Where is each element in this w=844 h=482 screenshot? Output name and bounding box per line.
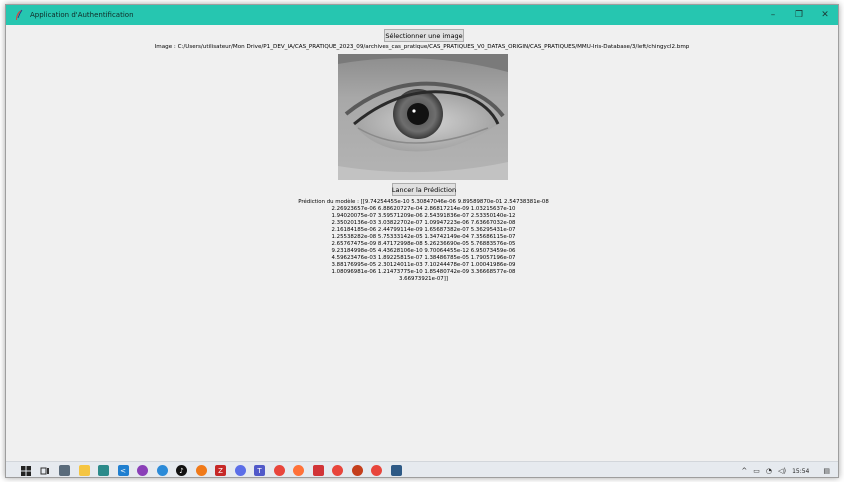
- outlook-icon[interactable]: [312, 465, 324, 476]
- title-bar[interactable]: Application d'Authentification – ❐ ✕: [6, 5, 838, 25]
- file-explorer-icon[interactable]: [78, 465, 90, 476]
- calculator-icon[interactable]: [59, 465, 70, 476]
- close-button[interactable]: ✕: [812, 5, 838, 25]
- clock[interactable]: 15:54: [792, 468, 809, 475]
- feather-icon: [12, 8, 26, 22]
- image-path-label: Image : C:/Users/utilisateur/Mon Drive/P…: [154, 44, 690, 50]
- powerpoint-icon[interactable]: [351, 465, 363, 476]
- iris-image: [338, 54, 508, 180]
- maximize-button[interactable]: ❐: [786, 5, 812, 25]
- prediction-output: Prédiction du modèle : [[9.74254455e-10 …: [298, 199, 549, 282]
- podcast-icon[interactable]: [137, 465, 148, 476]
- python-app-icon[interactable]: [390, 465, 402, 476]
- taskbar: < ♪ Z T ^ ▭ ◔ ◁) 15:54 ▤: [6, 461, 838, 477]
- chrome-icon[interactable]: [273, 465, 285, 476]
- messenger-icon[interactable]: [234, 465, 246, 476]
- notification-icon[interactable]: ▤: [823, 467, 830, 475]
- windows-start-icon[interactable]: [20, 465, 31, 476]
- application-window: Application d'Authentification – ❐ ✕ Sél…: [5, 4, 839, 478]
- store-icon[interactable]: [98, 465, 109, 476]
- select-image-button[interactable]: Sélectionner une image: [384, 29, 464, 42]
- main-content: Sélectionner une image Image : C:/Users/…: [6, 25, 838, 461]
- tiktok-icon[interactable]: ♪: [176, 465, 187, 476]
- task-view-icon[interactable]: [40, 465, 51, 476]
- window-title: Application d'Authentification: [30, 11, 134, 19]
- chrome-icon[interactable]: [332, 465, 343, 476]
- chevron-up-icon[interactable]: ^: [741, 467, 747, 475]
- chrome-icon[interactable]: [371, 465, 382, 476]
- run-prediction-button[interactable]: Lancer la Prédiction: [392, 183, 456, 196]
- wifi-icon[interactable]: ◔: [766, 467, 772, 475]
- volume-icon[interactable]: ◁): [778, 467, 786, 475]
- edge-icon[interactable]: [156, 465, 168, 476]
- battery-icon[interactable]: ▭: [753, 467, 760, 475]
- avast-icon[interactable]: [195, 465, 207, 476]
- firefox-icon[interactable]: [293, 465, 304, 476]
- teams-icon[interactable]: T: [254, 465, 265, 476]
- minimize-button[interactable]: –: [760, 5, 786, 25]
- system-tray: ^ ▭ ◔ ◁) 15:54 ▤: [741, 462, 830, 477]
- filezilla-icon[interactable]: Z: [215, 465, 226, 476]
- vscode-icon[interactable]: <: [117, 465, 129, 476]
